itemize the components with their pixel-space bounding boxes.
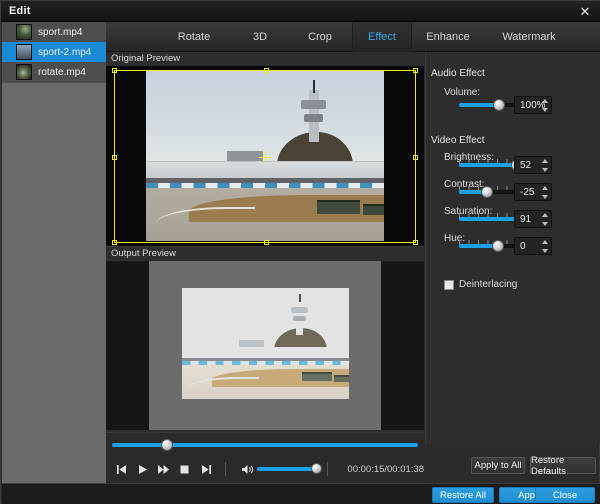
volume-value: 100% (520, 99, 546, 111)
deinterlacing-checkbox[interactable] (444, 279, 454, 290)
previous-icon[interactable] (113, 459, 130, 479)
resize-handle-top-right[interactable] (413, 68, 418, 73)
title-bar: Edit ✕ (1, 1, 600, 22)
tab-rotate[interactable]: Rotate (156, 22, 232, 52)
preview-column: Original Preview Output Preview (106, 52, 424, 432)
volume-label: Volume: (444, 87, 481, 98)
seek-bar[interactable] (112, 439, 418, 451)
tab-bar: Rotate 3D Crop Effect Enhance Watermark (106, 22, 600, 52)
volume-slider-handle[interactable] (493, 99, 505, 111)
contrast-spinner[interactable]: -25 (514, 183, 552, 201)
deinterlacing-label: Deinterlacing (459, 279, 518, 290)
output-preview-stage (106, 261, 424, 430)
crop-selection-frame[interactable] (112, 68, 418, 245)
tab-effect[interactable]: Effect (352, 22, 412, 52)
dialog-footer: Restore All Apply Close (2, 483, 600, 504)
restore-all-button[interactable]: Restore All (432, 487, 494, 503)
speaker-icon[interactable] (239, 459, 256, 479)
resize-handle-top-center[interactable] (264, 68, 269, 73)
brightness-spinner-arrows[interactable] (542, 159, 548, 172)
restore-defaults-button[interactable]: Restore Defaults (530, 455, 596, 477)
timecode-display: 00:00:15/00:01:38 (347, 463, 425, 475)
play-icon[interactable] (134, 459, 151, 479)
center-crosshair-icon (259, 150, 272, 164)
file-sidebar: sport.mp4 sport-2.mp4 rotate.mp4 (2, 22, 106, 483)
file-name: sport-2.mp4 (38, 46, 92, 58)
window-title: Edit (9, 5, 31, 17)
contrast-spinner-arrows[interactable] (542, 186, 548, 199)
file-name: rotate.mp4 (38, 66, 86, 78)
transport-controls: 00:00:15/00:01:38 (106, 456, 424, 482)
spinner-up-icon[interactable] (542, 240, 548, 244)
effect-settings-panel: Audio Effect Volume: 100% Video Effect B… (425, 52, 600, 477)
spinner-up-icon[interactable] (542, 213, 548, 217)
brightness-spinner[interactable]: 52 (514, 156, 552, 174)
hue-spinner[interactable]: 0 (514, 237, 552, 255)
resize-handle-bottom-left[interactable] (112, 240, 117, 245)
spinner-down-icon[interactable] (542, 108, 548, 112)
tab-crop[interactable]: Crop (288, 22, 352, 52)
original-preview-stage (106, 66, 424, 247)
spinner-down-icon[interactable] (542, 168, 548, 172)
resize-handle-bottom-center[interactable] (264, 240, 269, 245)
list-item[interactable]: sport.mp4 (2, 22, 106, 42)
spinner-up-icon[interactable] (542, 99, 548, 103)
saturation-value: 91 (520, 213, 532, 225)
apply-to-all-button[interactable]: Apply to All (471, 457, 525, 474)
resize-handle-middle-right[interactable] (413, 155, 418, 160)
video-thumbnail (16, 24, 32, 40)
video-effect-group-title: Video Effect (431, 135, 485, 146)
next-icon[interactable] (198, 459, 215, 479)
file-name: sport.mp4 (38, 26, 83, 38)
close-icon[interactable]: ✕ (575, 3, 595, 20)
original-preview-label: Original Preview (106, 52, 424, 66)
list-item[interactable]: sport-2.mp4 (2, 42, 106, 62)
saturation-spinner[interactable]: 91 (514, 210, 552, 228)
output-video-frame (182, 288, 349, 399)
stop-icon[interactable] (176, 459, 193, 479)
saturation-spinner-arrows[interactable] (542, 213, 548, 226)
seek-track[interactable] (112, 443, 418, 447)
resize-handle-bottom-right[interactable] (413, 240, 418, 245)
edit-dialog: Edit ✕ sport.mp4 sport-2.mp4 rotate.mp4 … (0, 0, 600, 504)
divider (224, 462, 226, 476)
spinner-down-icon[interactable] (542, 195, 548, 199)
video-thumbnail (16, 64, 32, 80)
list-item[interactable]: rotate.mp4 (2, 62, 106, 82)
close-button[interactable]: Close (535, 487, 595, 503)
contrast-slider-handle[interactable] (481, 186, 493, 198)
volume-slider[interactable] (256, 463, 322, 474)
spinner-up-icon[interactable] (542, 159, 548, 163)
resize-handle-middle-left[interactable] (112, 155, 117, 160)
output-canvas (149, 261, 381, 430)
hue-slider-handle[interactable] (492, 240, 504, 252)
deinterlacing-checkbox-row[interactable]: Deinterlacing (444, 279, 517, 290)
volume-handle[interactable] (310, 463, 322, 474)
seek-handle[interactable] (161, 439, 173, 451)
divider (326, 462, 328, 476)
race-track-scene-processed (182, 288, 349, 399)
video-thumbnail (16, 44, 32, 60)
resize-handle-top-left[interactable] (112, 68, 117, 73)
audio-effect-group-title: Audio Effect (431, 68, 485, 79)
tab-3d[interactable]: 3D (232, 22, 288, 52)
player-bar: 00:00:15/00:01:38 (106, 432, 424, 483)
volume-spinner-arrows[interactable] (542, 99, 548, 112)
volume-spinner[interactable]: 100% (514, 96, 552, 114)
tab-enhance[interactable]: Enhance (412, 22, 484, 52)
spinner-down-icon[interactable] (542, 222, 548, 226)
hue-spinner-arrows[interactable] (542, 240, 548, 253)
output-preview-label: Output Preview (106, 247, 424, 261)
contrast-value: -25 (520, 186, 535, 198)
hue-value: 0 (520, 240, 526, 252)
tab-watermark[interactable]: Watermark (484, 22, 574, 52)
fast-forward-icon[interactable] (155, 459, 172, 479)
file-list: sport.mp4 sport-2.mp4 rotate.mp4 (2, 22, 106, 83)
brightness-value: 52 (520, 159, 532, 171)
spinner-up-icon[interactable] (542, 186, 548, 190)
spinner-down-icon[interactable] (542, 249, 548, 253)
